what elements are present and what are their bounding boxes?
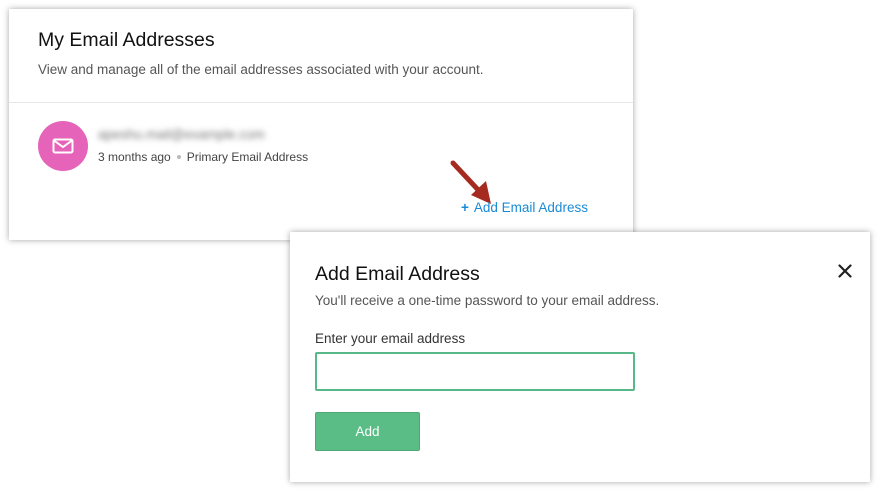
primary-email-tag: Primary Email Address [186, 150, 309, 164]
email-addresses-card: My Email Addresses View and manage all o… [9, 9, 633, 240]
add-email-dialog: Add Email Address You'll receive a one-t… [290, 232, 870, 482]
plus-icon: + [461, 200, 469, 215]
card-title: My Email Addresses [38, 29, 215, 51]
add-button[interactable]: Add [315, 412, 420, 451]
dialog-title: Add Email Address [315, 263, 480, 285]
close-button[interactable] [834, 260, 856, 282]
email-added-time: 3 months ago [98, 150, 171, 164]
close-icon [838, 264, 852, 278]
separator-dot [176, 154, 181, 159]
email-field-label: Enter your email address [315, 331, 466, 346]
add-email-address-link[interactable]: + Add Email Address [461, 200, 588, 215]
email-field[interactable] [315, 352, 635, 391]
email-address: apeshu.mail@example.com [98, 127, 265, 142]
mail-icon [52, 138, 74, 154]
email-avatar [38, 121, 88, 171]
add-email-address-label: Add Email Address [473, 200, 588, 215]
dialog-subtitle: You'll receive a one-time password to yo… [315, 293, 660, 308]
divider [9, 102, 633, 103]
card-subtitle: View and manage all of the email address… [38, 62, 484, 77]
email-meta: 3 months ago Primary Email Address [98, 150, 308, 164]
